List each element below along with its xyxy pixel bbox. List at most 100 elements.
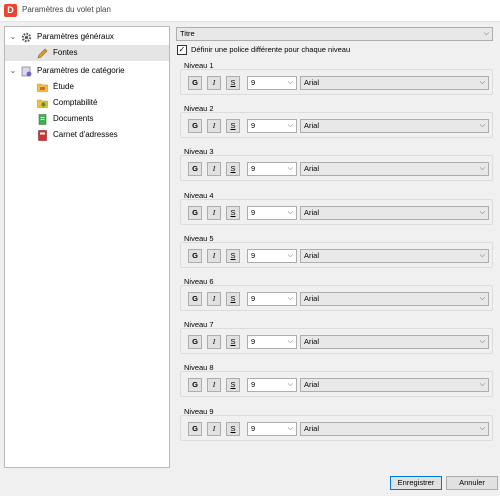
font-family-value: Arial bbox=[304, 380, 320, 389]
level-group: G I S 9 ⌵ Arial ⌵ bbox=[180, 415, 493, 441]
underline-button[interactable]: S bbox=[226, 422, 240, 436]
chevron-down-icon: ⌵ bbox=[479, 295, 485, 302]
font-size-value: 9 bbox=[251, 294, 256, 303]
font-size-select[interactable]: 9 ⌵ bbox=[247, 206, 297, 220]
chevron-down-icon[interactable]: ⌄ bbox=[8, 63, 18, 79]
style-select[interactable]: Titre ⌵ bbox=[176, 27, 493, 41]
font-family-value: Arial bbox=[304, 164, 320, 173]
chevron-down-icon: ⌵ bbox=[479, 209, 485, 216]
per-level-checkbox-label: Définir une police différente pour chaqu… bbox=[191, 45, 351, 54]
save-button[interactable]: Enregistrer bbox=[390, 476, 442, 490]
font-size-select[interactable]: 9 ⌵ bbox=[247, 249, 297, 263]
bold-button[interactable]: G bbox=[188, 206, 202, 220]
chevron-down-icon: ⌵ bbox=[479, 338, 485, 345]
font-family-select[interactable]: Arial ⌵ bbox=[300, 162, 489, 176]
bold-button[interactable]: G bbox=[188, 162, 202, 176]
italic-button[interactable]: I bbox=[207, 422, 221, 436]
chevron-down-icon: ⌵ bbox=[483, 30, 489, 37]
tree-item-documents[interactable]: Documents bbox=[5, 111, 169, 127]
underline-button[interactable]: S bbox=[226, 378, 240, 392]
level-group: G I S 9 ⌵ Arial ⌵ bbox=[180, 199, 493, 225]
chevron-down-icon: ⌵ bbox=[287, 425, 293, 432]
per-level-checkbox[interactable]: ✓ bbox=[177, 45, 187, 55]
bold-button[interactable]: G bbox=[188, 378, 202, 392]
tree-item-label: Carnet d'adresses bbox=[53, 130, 118, 139]
folder-study-icon bbox=[37, 82, 48, 92]
italic-button[interactable]: I bbox=[207, 378, 221, 392]
font-family-select[interactable]: Arial ⌵ bbox=[300, 335, 489, 349]
underline-button[interactable]: S bbox=[226, 292, 240, 306]
font-size-select[interactable]: 9 ⌵ bbox=[247, 162, 297, 176]
tree-item-label: Comptabilité bbox=[53, 98, 98, 107]
chevron-down-icon: ⌵ bbox=[287, 295, 293, 302]
font-family-select[interactable]: Arial ⌵ bbox=[300, 378, 489, 392]
italic-button[interactable]: I bbox=[207, 119, 221, 133]
tree-item-accounting[interactable]: Comptabilité bbox=[5, 95, 169, 111]
chevron-down-icon: ⌵ bbox=[287, 209, 293, 216]
font-family-value: Arial bbox=[304, 294, 320, 303]
italic-button[interactable]: I bbox=[207, 76, 221, 90]
italic-button[interactable]: I bbox=[207, 162, 221, 176]
underline-button[interactable]: S bbox=[226, 162, 240, 176]
underline-button[interactable]: S bbox=[226, 119, 240, 133]
bold-button[interactable]: G bbox=[188, 335, 202, 349]
italic-button[interactable]: I bbox=[207, 249, 221, 263]
underline-button[interactable]: S bbox=[226, 206, 240, 220]
chevron-down-icon: ⌵ bbox=[287, 381, 293, 388]
font-size-select[interactable]: 9 ⌵ bbox=[247, 335, 297, 349]
underline-button[interactable]: S bbox=[226, 249, 240, 263]
bold-button[interactable]: G bbox=[188, 76, 202, 90]
chevron-down-icon: ⌵ bbox=[287, 122, 293, 129]
level-group: G I S 9 ⌵ Arial ⌵ bbox=[180, 112, 493, 138]
underline-button[interactable]: S bbox=[226, 335, 240, 349]
italic-button[interactable]: I bbox=[207, 206, 221, 220]
font-size-value: 9 bbox=[251, 251, 256, 260]
tree-item-fonts[interactable]: Fontes bbox=[5, 45, 169, 61]
font-family-select[interactable]: Arial ⌵ bbox=[300, 206, 489, 220]
cancel-button[interactable]: Annuler bbox=[446, 476, 498, 490]
font-family-select[interactable]: Arial ⌵ bbox=[300, 119, 489, 133]
font-family-select[interactable]: Arial ⌵ bbox=[300, 76, 489, 90]
address-book-icon bbox=[37, 130, 48, 141]
font-family-select[interactable]: Arial ⌵ bbox=[300, 292, 489, 306]
font-family-select[interactable]: Arial ⌵ bbox=[300, 422, 489, 436]
chevron-down-icon: ⌵ bbox=[479, 381, 485, 388]
tree-item-study[interactable]: Étude bbox=[5, 79, 169, 95]
font-size-select[interactable]: 9 ⌵ bbox=[247, 119, 297, 133]
tree-item-category-settings[interactable]: ⌄ Paramètres de catégorie bbox=[5, 63, 169, 79]
font-size-select[interactable]: 9 ⌵ bbox=[247, 76, 297, 90]
level-group: G I S 9 ⌵ Arial ⌵ bbox=[180, 155, 493, 181]
bold-button[interactable]: G bbox=[188, 119, 202, 133]
category-icon bbox=[21, 66, 32, 77]
chevron-down-icon[interactable]: ⌄ bbox=[8, 29, 18, 45]
level-group: G I S 9 ⌵ Arial ⌵ bbox=[180, 69, 493, 95]
font-family-value: Arial bbox=[304, 251, 320, 260]
font-family-value: Arial bbox=[304, 337, 320, 346]
bold-button[interactable]: G bbox=[188, 422, 202, 436]
tree-item-label: Étude bbox=[53, 82, 74, 91]
font-size-select[interactable]: 9 ⌵ bbox=[247, 378, 297, 392]
font-size-select[interactable]: 9 ⌵ bbox=[247, 292, 297, 306]
tree-item-label: Paramètres généraux bbox=[37, 32, 114, 41]
bold-button[interactable]: G bbox=[188, 249, 202, 263]
document-icon bbox=[37, 114, 48, 125]
level-group: G I S 9 ⌵ Arial ⌵ bbox=[180, 242, 493, 268]
font-family-select[interactable]: Arial ⌵ bbox=[300, 249, 489, 263]
tree-item-general-settings[interactable]: ⌄ Paramètres généraux bbox=[5, 29, 169, 45]
level-group: G I S 9 ⌵ Arial ⌵ bbox=[180, 371, 493, 397]
chevron-down-icon: ⌵ bbox=[479, 165, 485, 172]
style-select-value: Titre bbox=[180, 29, 195, 38]
tree-item-label: Paramètres de catégorie bbox=[37, 66, 125, 75]
italic-button[interactable]: I bbox=[207, 292, 221, 306]
settings-tree: ⌄ Paramètres généraux Fontes ⌄ Paramètre… bbox=[4, 26, 170, 468]
gear-icon bbox=[21, 32, 32, 43]
bold-button[interactable]: G bbox=[188, 292, 202, 306]
underline-button[interactable]: S bbox=[226, 76, 240, 90]
tree-item-address-book[interactable]: Carnet d'adresses bbox=[5, 127, 169, 143]
font-size-select[interactable]: 9 ⌵ bbox=[247, 422, 297, 436]
italic-button[interactable]: I bbox=[207, 335, 221, 349]
font-size-value: 9 bbox=[251, 380, 256, 389]
level-group: G I S 9 ⌵ Arial ⌵ bbox=[180, 328, 493, 354]
font-size-value: 9 bbox=[251, 337, 256, 346]
font-size-value: 9 bbox=[251, 78, 256, 87]
